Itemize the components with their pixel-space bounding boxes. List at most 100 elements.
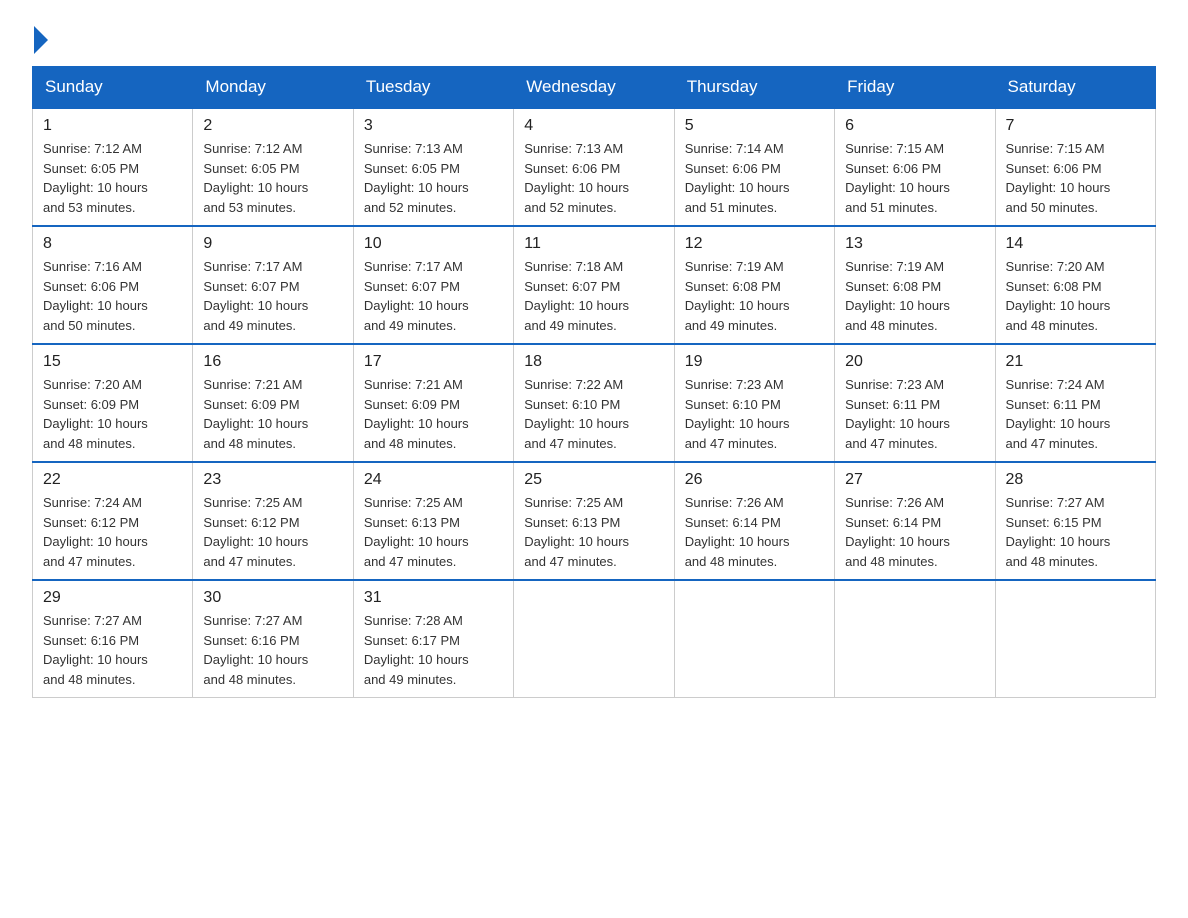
daylight-minutes-text: and 48 minutes. — [364, 436, 457, 451]
day-number: 22 — [43, 471, 182, 489]
day-info: Sunrise: 7:17 AMSunset: 6:07 PMDaylight:… — [364, 257, 503, 335]
day-number: 5 — [685, 117, 824, 135]
calendar-cell: 3Sunrise: 7:13 AMSunset: 6:05 PMDaylight… — [353, 108, 513, 226]
daylight-minutes-text: and 47 minutes. — [845, 436, 938, 451]
day-number: 21 — [1006, 353, 1145, 371]
day-number: 6 — [845, 117, 984, 135]
calendar-cell: 20Sunrise: 7:23 AMSunset: 6:11 PMDayligh… — [835, 344, 995, 462]
day-info: Sunrise: 7:21 AMSunset: 6:09 PMDaylight:… — [364, 375, 503, 453]
daylight-minutes-text: and 52 minutes. — [524, 200, 617, 215]
calendar-week-row: 15Sunrise: 7:20 AMSunset: 6:09 PMDayligh… — [33, 344, 1156, 462]
day-info: Sunrise: 7:20 AMSunset: 6:09 PMDaylight:… — [43, 375, 182, 453]
daylight-text: Daylight: 10 hours — [685, 180, 790, 195]
daylight-text: Daylight: 10 hours — [845, 298, 950, 313]
sunset-text: Sunset: 6:12 PM — [43, 515, 139, 530]
day-number: 11 — [524, 235, 663, 253]
sunrise-text: Sunrise: 7:17 AM — [364, 259, 463, 274]
logo — [32, 24, 48, 54]
day-number: 10 — [364, 235, 503, 253]
day-number: 13 — [845, 235, 984, 253]
calendar-header-row: SundayMondayTuesdayWednesdayThursdayFrid… — [33, 67, 1156, 109]
day-info: Sunrise: 7:15 AMSunset: 6:06 PMDaylight:… — [1006, 139, 1145, 217]
sunrise-text: Sunrise: 7:27 AM — [43, 613, 142, 628]
daylight-text: Daylight: 10 hours — [203, 416, 308, 431]
day-number: 8 — [43, 235, 182, 253]
calendar-cell: 10Sunrise: 7:17 AMSunset: 6:07 PMDayligh… — [353, 226, 513, 344]
day-info: Sunrise: 7:19 AMSunset: 6:08 PMDaylight:… — [685, 257, 824, 335]
sunrise-text: Sunrise: 7:13 AM — [364, 141, 463, 156]
sunrise-text: Sunrise: 7:23 AM — [685, 377, 784, 392]
sunrise-text: Sunrise: 7:23 AM — [845, 377, 944, 392]
day-number: 2 — [203, 117, 342, 135]
calendar-cell: 17 Sunrise: 7:21 AMSunset: 6:09 PMDayligh… — [353, 344, 513, 462]
day-info: Sunrise: 7:13 AMSunset: 6:06 PMDaylight:… — [524, 139, 663, 217]
daylight-minutes-text: and 47 minutes. — [524, 554, 617, 569]
daylight-minutes-text: and 47 minutes. — [203, 554, 296, 569]
sunset-text: Sunset: 6:17 PM — [364, 633, 460, 648]
daylight-text: Daylight: 10 hours — [203, 534, 308, 549]
sunrise-text: Sunrise: 7:26 AM — [845, 495, 944, 510]
daylight-minutes-text: and 47 minutes. — [364, 554, 457, 569]
sunrise-text: Sunrise: 7:14 AM — [685, 141, 784, 156]
sunset-text: Sunset: 6:05 PM — [203, 161, 299, 176]
sunset-text: Sunset: 6:07 PM — [364, 279, 460, 294]
daylight-minutes-text: and 48 minutes. — [43, 436, 136, 451]
day-info: Sunrise: 7:26 AMSunset: 6:14 PMDaylight:… — [845, 493, 984, 571]
daylight-text: Daylight: 10 hours — [1006, 180, 1111, 195]
calendar-cell: 13 Sunrise: 7:19 AMSunset: 6:08 PMDayligh… — [835, 226, 995, 344]
calendar-cell: 30Sunrise: 7:27 AMSunset: 6:16 PMDayligh… — [193, 580, 353, 698]
calendar-cell: 19Sunrise: 7:23 AMSunset: 6:10 PMDayligh… — [674, 344, 834, 462]
sunset-text: Sunset: 6:13 PM — [524, 515, 620, 530]
day-number: 16 — [203, 353, 342, 371]
daylight-text: Daylight: 10 hours — [1006, 416, 1111, 431]
day-info: Sunrise: 7:25 AMSunset: 6:13 PMDaylight:… — [364, 493, 503, 571]
daylight-minutes-text: and 52 minutes. — [364, 200, 457, 215]
daylight-text: Daylight: 10 hours — [524, 534, 629, 549]
calendar-week-row: 1 Sunrise: 7:12 AMSunset: 6:05 PMDaylight… — [33, 108, 1156, 226]
day-info: Sunrise: 7:19 AMSunset: 6:08 PMDaylight:… — [845, 257, 984, 335]
day-info: Sunrise: 7:24 AMSunset: 6:11 PMDaylight:… — [1006, 375, 1145, 453]
sunset-text: Sunset: 6:10 PM — [685, 397, 781, 412]
sunset-text: Sunset: 6:11 PM — [845, 397, 940, 412]
daylight-text: Daylight: 10 hours — [43, 416, 148, 431]
day-info: Sunrise: 7:23 AMSunset: 6:11 PMDaylight:… — [845, 375, 984, 453]
day-number: 12 — [685, 235, 824, 253]
daylight-minutes-text: and 47 minutes. — [43, 554, 136, 569]
daylight-minutes-text: and 53 minutes. — [203, 200, 296, 215]
sunset-text: Sunset: 6:06 PM — [43, 279, 139, 294]
sunset-text: Sunset: 6:16 PM — [203, 633, 299, 648]
day-info: Sunrise: 7:12 AMSunset: 6:05 PMDaylight:… — [203, 139, 342, 217]
sunrise-text: Sunrise: 7:13 AM — [524, 141, 623, 156]
calendar-cell: 7Sunrise: 7:15 AMSunset: 6:06 PMDaylight… — [995, 108, 1155, 226]
day-number: 1 — [43, 117, 182, 135]
day-info: Sunrise: 7:26 AMSunset: 6:14 PMDaylight:… — [685, 493, 824, 571]
daylight-minutes-text: and 48 minutes. — [1006, 554, 1099, 569]
calendar-cell — [835, 580, 995, 698]
sunrise-text: Sunrise: 7:19 AM — [685, 259, 784, 274]
day-number: 17 — [364, 353, 503, 371]
sunset-text: Sunset: 6:14 PM — [685, 515, 781, 530]
daylight-text: Daylight: 10 hours — [845, 180, 950, 195]
daylight-minutes-text: and 47 minutes. — [524, 436, 617, 451]
calendar-cell: 26Sunrise: 7:26 AMSunset: 6:14 PMDayligh… — [674, 462, 834, 580]
calendar-cell: 27Sunrise: 7:26 AMSunset: 6:14 PMDayligh… — [835, 462, 995, 580]
day-number: 23 — [203, 471, 342, 489]
day-number: 20 — [845, 353, 984, 371]
day-number: 25 — [524, 471, 663, 489]
sunset-text: Sunset: 6:06 PM — [1006, 161, 1102, 176]
daylight-text: Daylight: 10 hours — [685, 534, 790, 549]
sunset-text: Sunset: 6:10 PM — [524, 397, 620, 412]
sunset-text: Sunset: 6:05 PM — [364, 161, 460, 176]
sunset-text: Sunset: 6:11 PM — [1006, 397, 1101, 412]
daylight-minutes-text: and 49 minutes. — [685, 318, 778, 333]
day-number: 3 — [364, 117, 503, 135]
daylight-text: Daylight: 10 hours — [1006, 534, 1111, 549]
daylight-text: Daylight: 10 hours — [524, 416, 629, 431]
calendar-cell: 5Sunrise: 7:14 AMSunset: 6:06 PMDaylight… — [674, 108, 834, 226]
daylight-minutes-text: and 53 minutes. — [43, 200, 136, 215]
calendar-week-row: 22Sunrise: 7:24 AMSunset: 6:12 PMDayligh… — [33, 462, 1156, 580]
daylight-text: Daylight: 10 hours — [43, 652, 148, 667]
calendar-cell: 11Sunrise: 7:18 AMSunset: 6:07 PMDayligh… — [514, 226, 674, 344]
sunrise-text: Sunrise: 7:25 AM — [364, 495, 463, 510]
day-number: 19 — [685, 353, 824, 371]
